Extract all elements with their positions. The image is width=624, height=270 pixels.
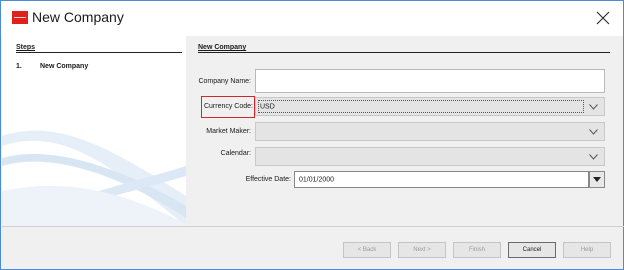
- calendar-select[interactable]: [255, 147, 605, 166]
- effective-date-label: Effective Date:: [245, 176, 291, 183]
- effective-date-input[interactable]: 01/01/2000: [294, 171, 589, 188]
- close-icon: [596, 11, 610, 25]
- title-bar: New Company: [1, 1, 623, 36]
- currency-code-label: Currency Code:: [203, 103, 253, 110]
- company-name-input[interactable]: [255, 69, 605, 93]
- chevron-down-icon: [589, 153, 598, 160]
- calendar-label: Calendar:: [220, 150, 251, 157]
- new-company-dialog: New Company Steps 1. New Company New Com…: [0, 0, 624, 270]
- steps-divider: [16, 52, 182, 53]
- steps-header: Steps: [16, 44, 36, 51]
- app-logo-icon: [12, 11, 28, 24]
- currency-code-select[interactable]: USD: [255, 97, 605, 116]
- chevron-down-icon: [589, 103, 598, 110]
- date-picker-button[interactable]: [589, 171, 605, 188]
- step-number: 1.: [16, 63, 22, 70]
- currency-code-value: USD: [260, 103, 275, 110]
- finish-button[interactable]: Finish: [453, 242, 501, 258]
- back-button[interactable]: < Back: [343, 242, 391, 258]
- close-button[interactable]: [593, 8, 613, 28]
- footer-divider: [2, 226, 624, 227]
- caret-down-icon: [593, 177, 601, 182]
- effective-date-value: 01/01/2000: [299, 176, 335, 183]
- company-name-label: Company Name:: [198, 78, 251, 85]
- focus-outline: [258, 100, 584, 113]
- step-label: New Company: [40, 63, 89, 70]
- market-maker-select[interactable]: [255, 122, 605, 141]
- form-divider: [198, 52, 610, 53]
- market-maker-label: Market Maker:: [206, 128, 251, 135]
- cancel-button[interactable]: Cancel: [508, 242, 556, 258]
- next-button[interactable]: Next >: [398, 242, 446, 258]
- help-button[interactable]: Help: [563, 242, 611, 258]
- form-header: New Company: [198, 44, 247, 51]
- decorative-swoosh: [2, 130, 186, 226]
- chevron-down-icon: [589, 128, 598, 135]
- window-title: New Company: [32, 9, 124, 25]
- steps-panel: Steps 1. New Company: [2, 36, 186, 226]
